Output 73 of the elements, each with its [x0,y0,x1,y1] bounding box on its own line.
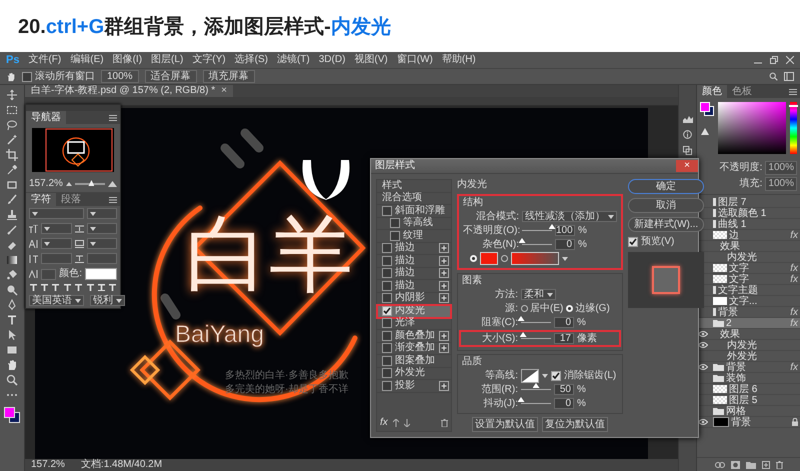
layer-name: 选取颜色 1 [718,208,766,218]
layer-name: 内发光 [727,340,757,350]
layer-name: 2 [726,318,732,328]
layer-name: 效果 [720,328,740,340]
effects-label: fx [790,274,798,284]
field-label: 方法: [494,288,518,300]
style-name: 描边 [395,267,415,280]
layer-name: 网格 [726,406,746,416]
unit-label: % [577,316,586,328]
style-name: 样式 [382,180,402,192]
field-label: 阻塞(C): [480,316,518,328]
field-label: 抖动(J): [482,398,518,410]
style-name: 描边 [395,280,415,292]
group-title: 品质 [462,356,483,368]
dialog-title: 图层样式 [375,160,415,172]
layer-name: 曲线 1 [718,218,746,230]
style-name: 等高线 [403,217,433,230]
field-label: 混合模式: [475,210,519,222]
app-logo: Ps [6,54,20,66]
layer-name: 背景 [731,416,751,428]
style-name: 纹理 [403,230,423,242]
logo-subtitle: BaiYang [175,321,264,348]
layer-name: 文字 [729,262,749,274]
field-label: 不透明度(O): [463,224,519,236]
document-size: 文档:1.48M/40.2M [80,459,162,471]
layer-name: 文字... [729,296,758,306]
effects-label: fx [790,306,798,318]
unit-label: % [577,398,586,410]
style-name: 图案叠加 [395,354,435,366]
effects-label: fx [790,262,798,274]
style-name: 渐变叠加 [395,342,435,354]
effects-label: fx [790,362,798,372]
layer-name: 外发光 [727,350,757,362]
opacity-label: 不透明度: [720,162,762,174]
layer-name: 内发光 [727,252,757,262]
unit-label: % [578,224,587,236]
layer-name: 背景 [718,306,738,318]
field-label: 大小(S): [480,332,518,344]
field-label: 杂色(N): [481,238,519,250]
style-name: 描边 [395,242,415,254]
effects-label: fx [790,318,798,328]
page-title: 20.ctrl+G群组背景，添加图层样式-内发光 [18,14,391,40]
layer-name: 效果 [720,240,740,252]
style-name: 光泽 [395,317,415,330]
unit-label: % [577,384,586,396]
unit-label: 像素 [577,332,597,344]
field-label: 范围(R): [480,384,518,396]
layer-name: 图层 7 [718,196,746,208]
style-name: 投影 [395,380,415,392]
field-label: 源: [504,302,518,314]
group-title: 结构 [463,197,484,209]
layer-name: 图层 6 [729,384,758,394]
style-name: 混合选项 [382,192,422,204]
style-name: 内阴影 [395,292,425,304]
layer-name: 图层 5 [729,394,758,406]
style-name: 描边 [395,254,415,266]
layer-name: 背景 [726,362,746,372]
effects-label: fx [790,230,798,240]
layer-name: 边 [729,230,739,240]
fill-label: 填充: [740,178,762,190]
field-label: 等高线: [484,370,518,382]
document-title: 白羊-字体-教程.psd @ 157% (2, RGB/8) * [31,85,216,97]
style-name: 颜色叠加 [395,330,435,342]
style-name: 斜面和浮雕 [395,204,445,216]
group-title: 图素 [462,275,483,287]
layer-name: 文字 [729,274,749,284]
layer-name: 文字主题 [718,284,758,296]
zoom-level: 157.2% [31,459,65,471]
section-heading: 内发光 [457,179,488,191]
layer-name: 装饰 [726,372,746,384]
unit-label: % [578,238,587,250]
color-label: 颜色: [59,268,82,280]
style-name: 外发光 [395,367,425,380]
